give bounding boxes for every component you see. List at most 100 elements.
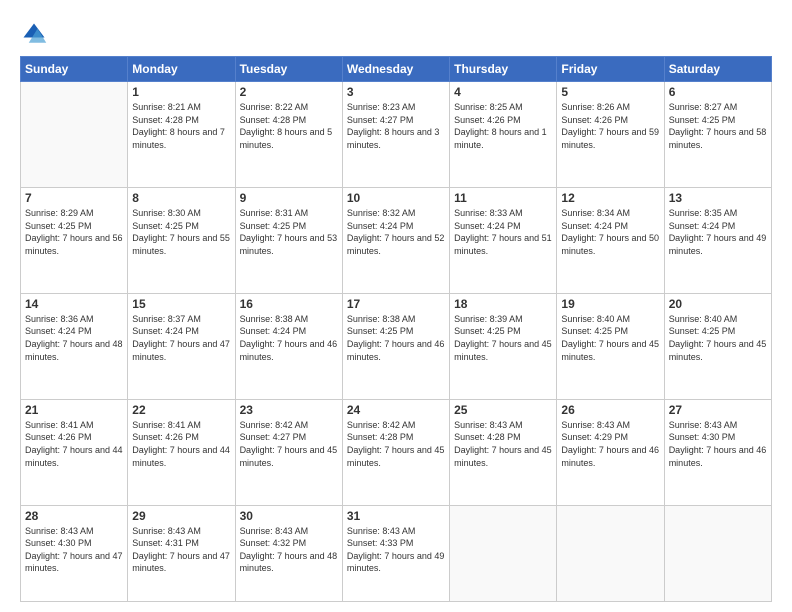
day-number: 3 <box>347 85 445 99</box>
calendar-cell: 24Sunrise: 8:42 AM Sunset: 4:28 PM Dayli… <box>342 399 449 505</box>
day-detail: Sunrise: 8:38 AM Sunset: 4:24 PM Dayligh… <box>240 313 338 363</box>
weekday-header-saturday: Saturday <box>664 57 771 82</box>
day-detail: Sunrise: 8:43 AM Sunset: 4:30 PM Dayligh… <box>669 419 767 469</box>
day-detail: Sunrise: 8:26 AM Sunset: 4:26 PM Dayligh… <box>561 101 659 151</box>
day-number: 27 <box>669 403 767 417</box>
page: SundayMondayTuesdayWednesdayThursdayFrid… <box>0 0 792 612</box>
day-number: 28 <box>25 509 123 523</box>
day-detail: Sunrise: 8:36 AM Sunset: 4:24 PM Dayligh… <box>25 313 123 363</box>
calendar-cell: 26Sunrise: 8:43 AM Sunset: 4:29 PM Dayli… <box>557 399 664 505</box>
day-number: 24 <box>347 403 445 417</box>
day-detail: Sunrise: 8:27 AM Sunset: 4:25 PM Dayligh… <box>669 101 767 151</box>
calendar-cell: 5 Sunrise: 8:26 AM Sunset: 4:26 PM Daylig… <box>557 82 664 188</box>
week-row-4: 28 Sunrise: 8:43 AM Sunset: 4:30 PM Dayli… <box>21 505 772 601</box>
weekday-header-monday: Monday <box>128 57 235 82</box>
day-detail: Sunrise: 8:38 AM Sunset: 4:25 PM Dayligh… <box>347 313 445 363</box>
day-detail: Sunrise: 8:31 AM Sunset: 4:25 PM Dayligh… <box>240 207 338 257</box>
week-row-1: 7Sunrise: 8:29 AM Sunset: 4:25 PM Daylig… <box>21 187 772 293</box>
calendar-cell: 12 Sunrise: 8:34 AM Sunset: 4:24 PM Dayli… <box>557 187 664 293</box>
calendar-cell: 25 Sunrise: 8:43 AM Sunset: 4:28 PM Dayli… <box>450 399 557 505</box>
day-detail: Sunrise: 8:35 AM Sunset: 4:24 PM Dayligh… <box>669 207 767 257</box>
logo-icon <box>20 20 48 48</box>
day-detail: Sunrise: 8:33 AM Sunset: 4:24 PM Dayligh… <box>454 207 552 257</box>
weekday-header-friday: Friday <box>557 57 664 82</box>
day-detail: Sunrise: 8:30 AM Sunset: 4:25 PM Dayligh… <box>132 207 230 257</box>
day-number: 14 <box>25 297 123 311</box>
calendar-cell: 22Sunrise: 8:41 AM Sunset: 4:26 PM Dayli… <box>128 399 235 505</box>
day-number: 16 <box>240 297 338 311</box>
weekday-header-sunday: Sunday <box>21 57 128 82</box>
calendar-cell: 7Sunrise: 8:29 AM Sunset: 4:25 PM Daylig… <box>21 187 128 293</box>
calendar-cell: 1 Sunrise: 8:21 AM Sunset: 4:28 PM Daylig… <box>128 82 235 188</box>
day-detail: Sunrise: 8:41 AM Sunset: 4:26 PM Dayligh… <box>132 419 230 469</box>
day-number: 20 <box>669 297 767 311</box>
day-detail: Sunrise: 8:43 AM Sunset: 4:28 PM Dayligh… <box>454 419 552 469</box>
calendar-cell: 9 Sunrise: 8:31 AM Sunset: 4:25 PM Daylig… <box>235 187 342 293</box>
day-number: 18 <box>454 297 552 311</box>
weekday-header-row: SundayMondayTuesdayWednesdayThursdayFrid… <box>21 57 772 82</box>
day-number: 29 <box>132 509 230 523</box>
calendar-cell: 27 Sunrise: 8:43 AM Sunset: 4:30 PM Dayli… <box>664 399 771 505</box>
day-number: 12 <box>561 191 659 205</box>
calendar-cell: 31Sunrise: 8:43 AM Sunset: 4:33 PM Dayli… <box>342 505 449 601</box>
calendar-cell: 30 Sunrise: 8:43 AM Sunset: 4:32 PM Dayli… <box>235 505 342 601</box>
calendar-cell: 14 Sunrise: 8:36 AM Sunset: 4:24 PM Dayli… <box>21 293 128 399</box>
day-detail: Sunrise: 8:25 AM Sunset: 4:26 PM Dayligh… <box>454 101 552 151</box>
calendar-cell: 18 Sunrise: 8:39 AM Sunset: 4:25 PM Dayli… <box>450 293 557 399</box>
calendar-cell: 16 Sunrise: 8:38 AM Sunset: 4:24 PM Dayli… <box>235 293 342 399</box>
day-detail: Sunrise: 8:43 AM Sunset: 4:29 PM Dayligh… <box>561 419 659 469</box>
day-detail: Sunrise: 8:21 AM Sunset: 4:28 PM Dayligh… <box>132 101 230 151</box>
calendar-cell: 6 Sunrise: 8:27 AM Sunset: 4:25 PM Daylig… <box>664 82 771 188</box>
weekday-header-thursday: Thursday <box>450 57 557 82</box>
day-number: 9 <box>240 191 338 205</box>
calendar-cell: 8 Sunrise: 8:30 AM Sunset: 4:25 PM Daylig… <box>128 187 235 293</box>
day-number: 13 <box>669 191 767 205</box>
calendar-cell: 19Sunrise: 8:40 AM Sunset: 4:25 PM Dayli… <box>557 293 664 399</box>
calendar-cell: 29 Sunrise: 8:43 AM Sunset: 4:31 PM Dayli… <box>128 505 235 601</box>
calendar-cell: 23 Sunrise: 8:42 AM Sunset: 4:27 PM Dayli… <box>235 399 342 505</box>
day-number: 17 <box>347 297 445 311</box>
calendar-cell <box>664 505 771 601</box>
header <box>20 16 772 48</box>
calendar-cell <box>450 505 557 601</box>
weekday-header-wednesday: Wednesday <box>342 57 449 82</box>
calendar-cell: 3Sunrise: 8:23 AM Sunset: 4:27 PM Daylig… <box>342 82 449 188</box>
day-detail: Sunrise: 8:34 AM Sunset: 4:24 PM Dayligh… <box>561 207 659 257</box>
calendar-cell: 21Sunrise: 8:41 AM Sunset: 4:26 PM Dayli… <box>21 399 128 505</box>
day-number: 19 <box>561 297 659 311</box>
weekday-header-tuesday: Tuesday <box>235 57 342 82</box>
day-number: 11 <box>454 191 552 205</box>
week-row-0: 1 Sunrise: 8:21 AM Sunset: 4:28 PM Daylig… <box>21 82 772 188</box>
calendar-cell: 4 Sunrise: 8:25 AM Sunset: 4:26 PM Daylig… <box>450 82 557 188</box>
day-detail: Sunrise: 8:43 AM Sunset: 4:30 PM Dayligh… <box>25 525 123 575</box>
day-number: 23 <box>240 403 338 417</box>
calendar-cell: 13 Sunrise: 8:35 AM Sunset: 4:24 PM Dayli… <box>664 187 771 293</box>
day-detail: Sunrise: 8:39 AM Sunset: 4:25 PM Dayligh… <box>454 313 552 363</box>
calendar-cell <box>557 505 664 601</box>
day-detail: Sunrise: 8:43 AM Sunset: 4:32 PM Dayligh… <box>240 525 338 575</box>
day-number: 6 <box>669 85 767 99</box>
day-detail: Sunrise: 8:42 AM Sunset: 4:27 PM Dayligh… <box>240 419 338 469</box>
day-detail: Sunrise: 8:40 AM Sunset: 4:25 PM Dayligh… <box>669 313 767 363</box>
day-number: 5 <box>561 85 659 99</box>
calendar-cell: 28 Sunrise: 8:43 AM Sunset: 4:30 PM Dayli… <box>21 505 128 601</box>
calendar-table: SundayMondayTuesdayWednesdayThursdayFrid… <box>20 56 772 602</box>
day-number: 8 <box>132 191 230 205</box>
day-detail: Sunrise: 8:43 AM Sunset: 4:31 PM Dayligh… <box>132 525 230 575</box>
day-number: 1 <box>132 85 230 99</box>
calendar-cell <box>21 82 128 188</box>
day-detail: Sunrise: 8:29 AM Sunset: 4:25 PM Dayligh… <box>25 207 123 257</box>
calendar-cell: 11 Sunrise: 8:33 AM Sunset: 4:24 PM Dayli… <box>450 187 557 293</box>
day-detail: Sunrise: 8:37 AM Sunset: 4:24 PM Dayligh… <box>132 313 230 363</box>
day-detail: Sunrise: 8:32 AM Sunset: 4:24 PM Dayligh… <box>347 207 445 257</box>
day-detail: Sunrise: 8:22 AM Sunset: 4:28 PM Dayligh… <box>240 101 338 151</box>
day-number: 10 <box>347 191 445 205</box>
day-number: 30 <box>240 509 338 523</box>
day-number: 4 <box>454 85 552 99</box>
calendar-cell: 17 Sunrise: 8:38 AM Sunset: 4:25 PM Dayli… <box>342 293 449 399</box>
day-number: 25 <box>454 403 552 417</box>
calendar-cell: 15 Sunrise: 8:37 AM Sunset: 4:24 PM Dayli… <box>128 293 235 399</box>
day-number: 15 <box>132 297 230 311</box>
day-detail: Sunrise: 8:43 AM Sunset: 4:33 PM Dayligh… <box>347 525 445 575</box>
day-detail: Sunrise: 8:41 AM Sunset: 4:26 PM Dayligh… <box>25 419 123 469</box>
